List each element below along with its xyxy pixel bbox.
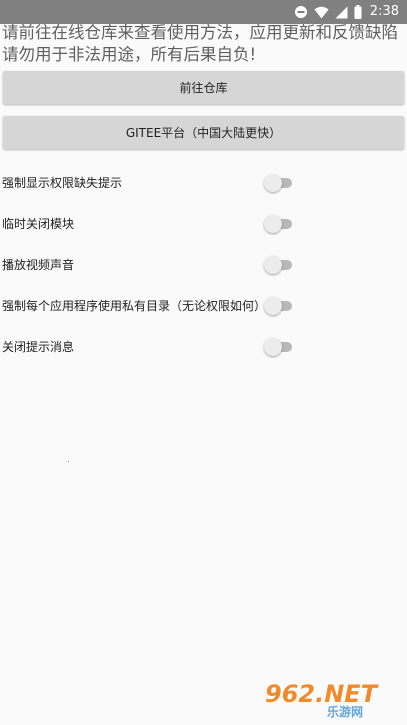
site-watermark: 962.NET 乐游网 bbox=[265, 681, 401, 721]
watermark-main: 962.NET bbox=[265, 680, 378, 708]
settings-list: 强制显示权限缺失提示 临时关闭模块 播放视频声音 强制每个应用程序使用私有目录（… bbox=[0, 163, 407, 368]
switch-thumb bbox=[264, 338, 282, 356]
gitee-platform-button[interactable]: GITEE平台（中国大陆更快） bbox=[3, 116, 404, 149]
watermark-sub: 乐游网 bbox=[327, 705, 364, 719]
switch-thumb bbox=[264, 256, 282, 274]
notice-line-2: 请勿用于非法用途，所有后果自负! bbox=[2, 45, 257, 64]
setting-label: 关闭提示消息 bbox=[2, 340, 75, 354]
status-bar: 2:38 bbox=[0, 0, 407, 24]
disable-module-switch[interactable] bbox=[263, 214, 293, 234]
setting-row-force-permission-prompt: 强制显示权限缺失提示 bbox=[0, 163, 407, 204]
usage-notice: 请前往在线仓库来查看使用方法，应用更新和反馈缺陷 请勿用于非法用途，所有后果自负… bbox=[2, 22, 407, 66]
go-to-warehouse-button[interactable]: 前往仓库 bbox=[3, 71, 404, 104]
setting-row-force-private-directory: 强制每个应用程序使用私有目录（无论权限如何） bbox=[0, 286, 407, 327]
do-not-disturb-icon bbox=[294, 5, 308, 19]
force-permission-prompt-switch[interactable] bbox=[263, 173, 293, 193]
stray-dot bbox=[68, 461, 69, 462]
setting-label: 播放视频声音 bbox=[2, 258, 75, 272]
setting-row-disable-module: 临时关闭模块 bbox=[0, 204, 407, 245]
setting-label: 临时关闭模块 bbox=[2, 217, 75, 231]
setting-label: 强制每个应用程序使用私有目录（无论权限如何） bbox=[2, 299, 267, 313]
setting-label: 强制显示权限缺失提示 bbox=[2, 176, 123, 190]
force-private-directory-switch[interactable] bbox=[263, 296, 293, 316]
status-icons: 2:38 bbox=[294, 0, 399, 24]
status-time: 2:38 bbox=[369, 4, 399, 19]
wifi-icon bbox=[314, 6, 329, 19]
setting-row-close-prompt-messages: 关闭提示消息 bbox=[0, 327, 407, 368]
setting-row-play-video-sound: 播放视频声音 bbox=[0, 245, 407, 286]
notice-line-1: 请前往在线仓库来查看使用方法，应用更新和反馈缺陷 bbox=[2, 23, 398, 42]
switch-thumb bbox=[264, 215, 282, 233]
play-video-sound-switch[interactable] bbox=[263, 255, 293, 275]
battery-icon bbox=[354, 5, 362, 19]
close-prompt-messages-switch[interactable] bbox=[263, 337, 293, 357]
signal-icon bbox=[335, 6, 348, 19]
switch-thumb bbox=[264, 174, 282, 192]
switch-thumb bbox=[264, 297, 282, 315]
